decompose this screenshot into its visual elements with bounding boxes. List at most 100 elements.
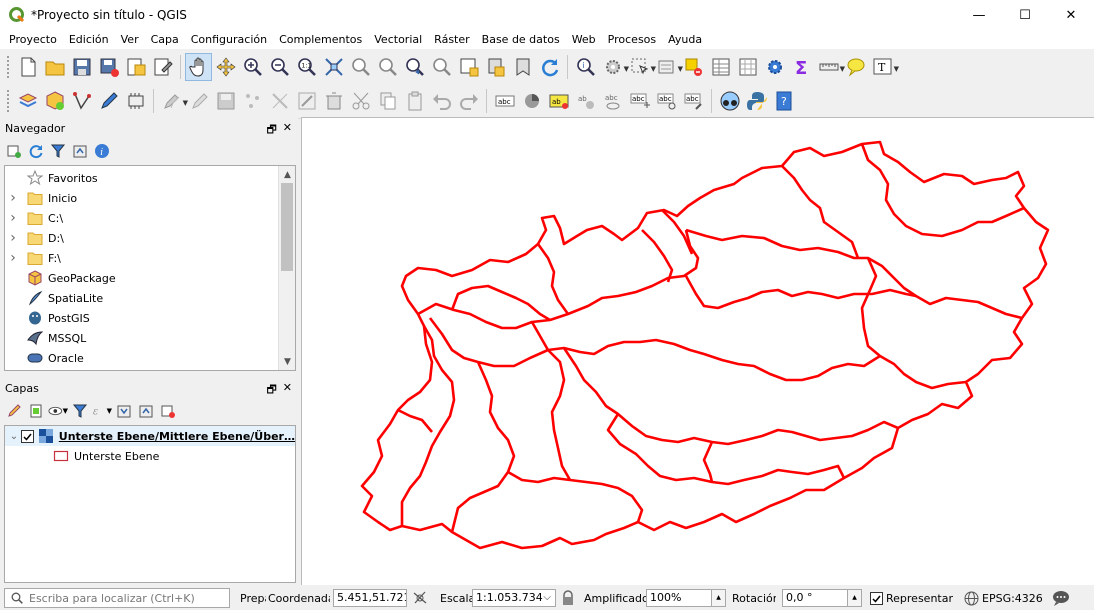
browser-item[interactable]: MSSQL xyxy=(5,328,295,348)
expand-all-button[interactable] xyxy=(114,401,134,421)
chevron-right-icon[interactable]: › xyxy=(5,250,21,266)
attribute-table-button[interactable] xyxy=(707,53,734,81)
chevron-right-icon[interactable]: › xyxy=(5,210,21,226)
identify-button[interactable]: i xyxy=(572,53,599,81)
chevron-down-icon[interactable]: ⌵ xyxy=(543,590,551,606)
menu-capa[interactable]: Capa xyxy=(145,33,185,46)
scroll-up-arrow[interactable]: ▲ xyxy=(279,166,295,183)
browser-scrollbar[interactable]: ▲ ▼ xyxy=(278,166,295,370)
collapse-all-button[interactable] xyxy=(70,141,90,161)
close-panel-button[interactable]: ✕ xyxy=(283,381,292,400)
new-project-button[interactable] xyxy=(14,53,41,81)
browser-item[interactable]: Favoritos xyxy=(5,168,295,188)
new-geopackage-layer-button[interactable] xyxy=(41,87,68,115)
delete-selected-button[interactable] xyxy=(320,87,347,115)
scale-combo[interactable]: 1:1.053.734 ⌵ xyxy=(472,589,556,607)
rotation-field[interactable]: 0,0 ° ▲▼ xyxy=(782,589,862,607)
map-canvas[interactable] xyxy=(301,117,1094,585)
magnifier-spinner[interactable]: ▲▼ xyxy=(711,590,725,606)
menu-base-de-datos[interactable]: Base de datos xyxy=(476,33,566,46)
locator-box[interactable] xyxy=(4,588,230,608)
layer-row[interactable]: Unterste Ebene xyxy=(5,446,295,466)
minimize-button[interactable]: — xyxy=(956,0,1002,30)
browser-item[interactable]: › Inicio xyxy=(5,188,295,208)
measure-button[interactable]: ▼ xyxy=(815,53,845,81)
geocoding-plugin-button[interactable] xyxy=(716,87,743,115)
menu-procesos[interactable]: Procesos xyxy=(602,33,662,46)
zoom-last-button[interactable] xyxy=(401,53,428,81)
browser-item[interactable]: GeoPackage xyxy=(5,268,295,288)
virtual-layer-button[interactable] xyxy=(122,87,149,115)
lock-icon[interactable] xyxy=(561,590,575,606)
collapse-all-layers-button[interactable] xyxy=(136,401,156,421)
locator-input[interactable] xyxy=(29,591,219,605)
add-group-button[interactable] xyxy=(26,401,46,421)
zoom-to-selection-button[interactable] xyxy=(347,53,374,81)
chevron-right-icon[interactable]: › xyxy=(5,230,21,246)
browser-item[interactable]: SpatiaLite xyxy=(5,288,295,308)
copy-features-button[interactable] xyxy=(374,87,401,115)
statistics-button[interactable]: Σ xyxy=(788,53,815,81)
pan-map-button[interactable] xyxy=(185,52,212,81)
add-layer-button[interactable] xyxy=(4,141,24,161)
browser-item[interactable]: › D:\ xyxy=(5,228,295,248)
messages-icon[interactable] xyxy=(1052,590,1070,606)
undo-button[interactable] xyxy=(428,87,455,115)
scrollbar-thumb[interactable] xyxy=(281,183,293,271)
field-calculator-button[interactable] xyxy=(734,53,761,81)
select-features-button[interactable]: ▼ xyxy=(626,53,656,81)
filter-legend-button[interactable] xyxy=(70,401,90,421)
group-visibility-checkbox[interactable] xyxy=(20,429,34,443)
close-button[interactable]: ✕ xyxy=(1048,0,1094,30)
toolbar-grip[interactable] xyxy=(6,89,10,113)
show-hide-labels-button[interactable]: abc xyxy=(599,87,626,115)
help-button[interactable]: ? xyxy=(770,87,797,115)
paste-features-button[interactable] xyxy=(401,87,428,115)
zoom-out-button[interactable] xyxy=(266,53,293,81)
crs-label[interactable]: EPSG:4326 xyxy=(982,592,1042,605)
edit-pencil-button[interactable] xyxy=(95,87,122,115)
float-panel-button[interactable]: 🗗 xyxy=(266,381,276,400)
select-by-value-button[interactable]: ▼ xyxy=(653,53,683,81)
menu-configuracion[interactable]: Configuración xyxy=(185,33,273,46)
zoom-native-button[interactable]: 1:1 xyxy=(293,53,320,81)
highlight-labels-button[interactable]: ab xyxy=(545,87,572,115)
toggle-extents-icon[interactable] xyxy=(412,590,428,606)
pan-to-selection-button[interactable] xyxy=(212,53,239,81)
zoom-to-layer-button[interactable] xyxy=(374,53,401,81)
pin-labels-button[interactable]: ab xyxy=(572,87,599,115)
menu-edicion[interactable]: Edición xyxy=(63,33,115,46)
zoom-next-button[interactable] xyxy=(428,53,455,81)
add-feature-button[interactable] xyxy=(239,87,266,115)
processing-toolbox-button[interactable] xyxy=(761,53,788,81)
layout-manager-button[interactable] xyxy=(149,53,176,81)
save-edits-button[interactable] xyxy=(212,87,239,115)
new-print-layout-button[interactable] xyxy=(122,53,149,81)
chevron-down-icon[interactable]: ⌄ xyxy=(7,431,21,442)
vertex-tool-button[interactable] xyxy=(266,87,293,115)
coordinate-field[interactable]: 5.451,51.721 xyxy=(333,589,407,607)
layer-group-row[interactable]: ⌄ Unterste Ebene/Mittlere Ebene/Über… xyxy=(5,426,295,446)
change-label-button[interactable]: abc xyxy=(680,87,707,115)
menu-ayuda[interactable]: Ayuda xyxy=(662,33,708,46)
menu-complementos[interactable]: Complementos xyxy=(273,33,368,46)
rotation-spinner[interactable]: ▲▼ xyxy=(847,590,861,606)
cut-features-button[interactable] xyxy=(347,87,374,115)
deselect-button[interactable] xyxy=(680,53,707,81)
scroll-down-arrow[interactable]: ▼ xyxy=(279,353,295,370)
current-edits-button[interactable]: ▼ xyxy=(158,87,188,115)
redo-button[interactable] xyxy=(455,87,482,115)
refresh-browser-button[interactable] xyxy=(26,141,46,161)
move-label-button[interactable]: abc xyxy=(626,87,653,115)
open-project-button[interactable] xyxy=(41,53,68,81)
chevron-right-icon[interactable]: › xyxy=(5,190,21,206)
magnifier-field[interactable]: 100% ▲▼ xyxy=(646,589,726,607)
python-console-button[interactable] xyxy=(743,87,770,115)
label-toolbar-button[interactable]: abc xyxy=(491,87,518,115)
actions-button[interactable]: ▼ xyxy=(599,53,629,81)
save-project-button[interactable] xyxy=(68,53,95,81)
rotate-label-button[interactable]: abc xyxy=(653,87,680,115)
layer-styling-button[interactable] xyxy=(4,401,24,421)
manage-visibility-button[interactable]: ▼ xyxy=(48,401,68,421)
filter-browser-button[interactable] xyxy=(48,141,68,161)
